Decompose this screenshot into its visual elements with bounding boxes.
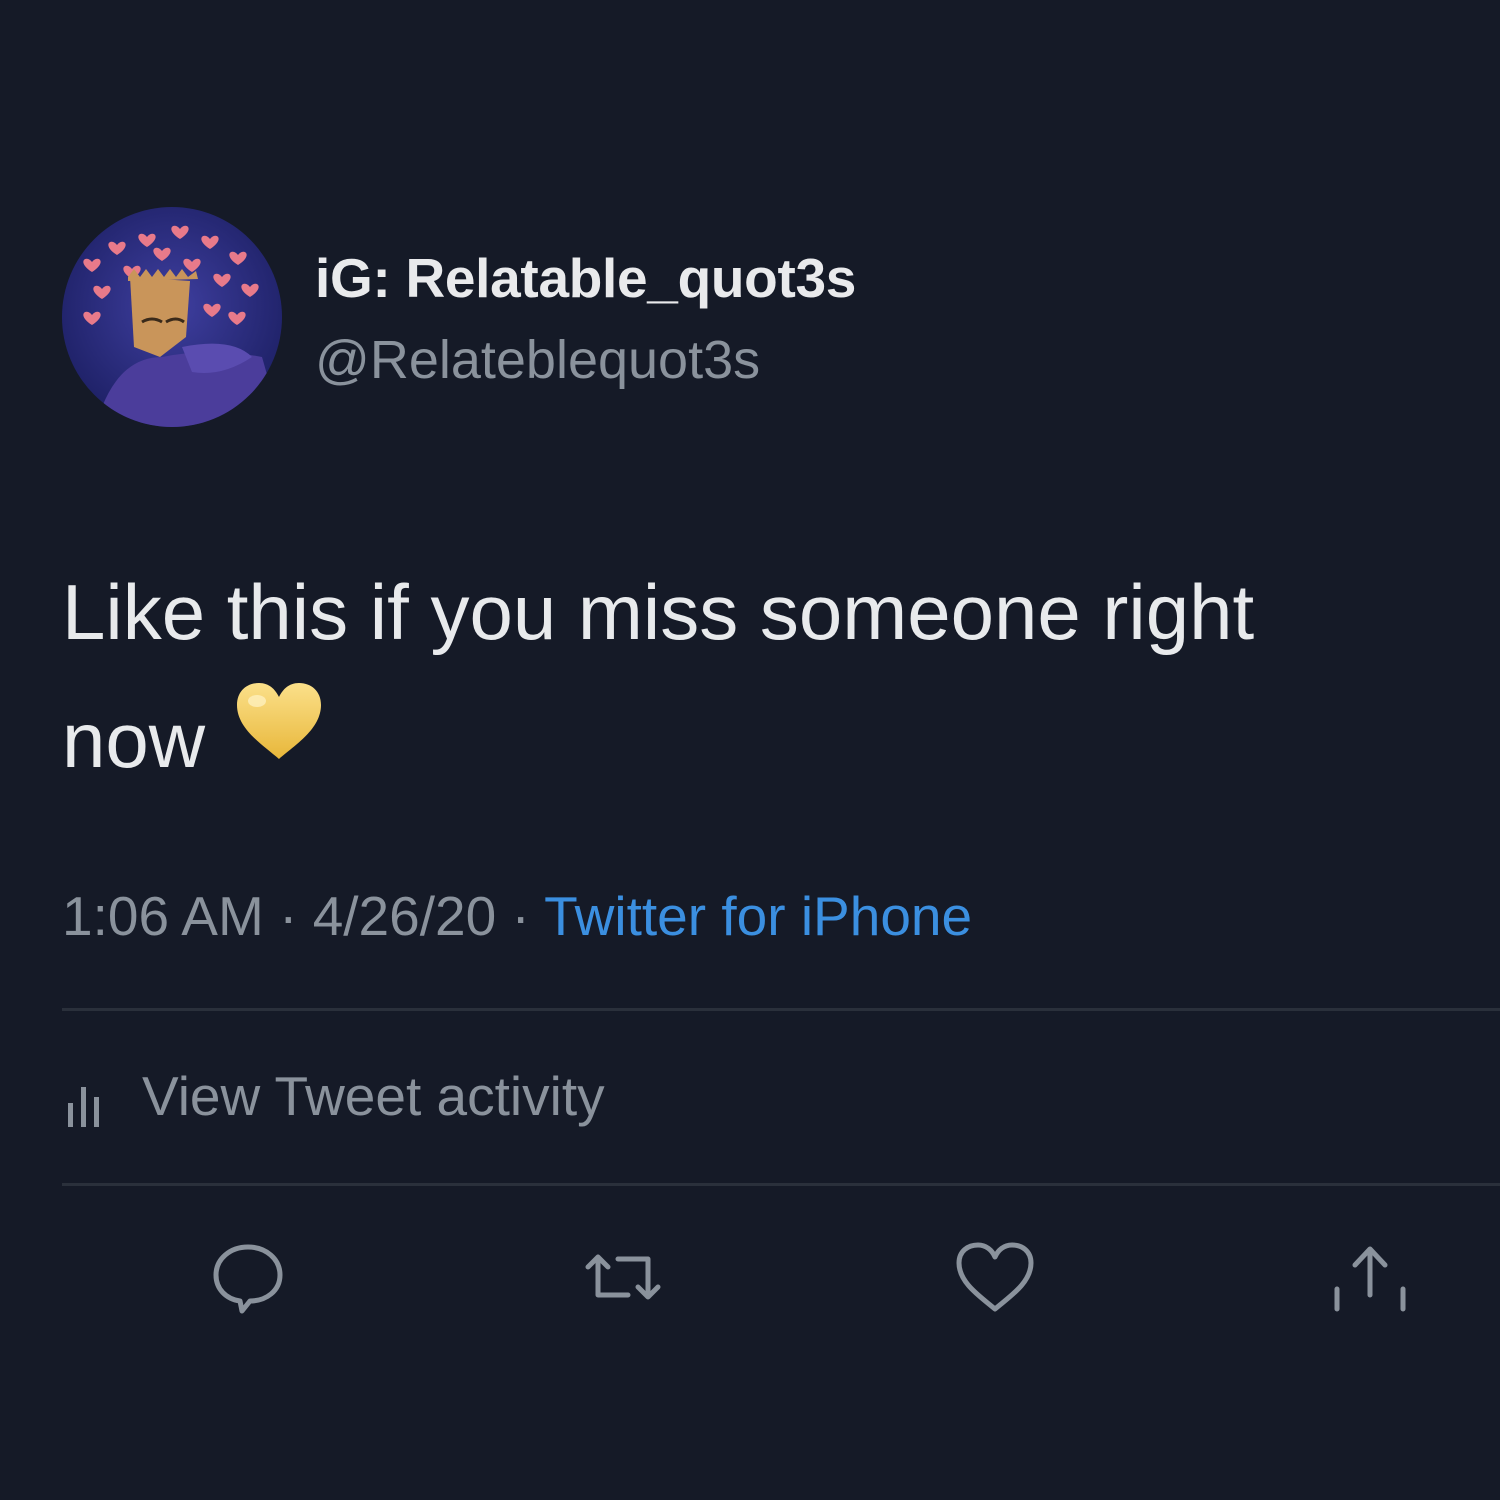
tweet-text-line-2-words: now (62, 696, 206, 784)
tweet-source-link[interactable]: Twitter for iPhone (544, 885, 972, 947)
divider (62, 1183, 1500, 1186)
tweet-meta: 1:06 AM · 4/26/20 · Twitter for iPhone (62, 884, 972, 948)
heart-outline-icon (956, 1242, 1034, 1312)
share-arrow-icon (1334, 1246, 1406, 1312)
avatar-image (62, 207, 282, 427)
share-button[interactable] (1325, 1232, 1415, 1322)
avatar[interactable] (62, 207, 282, 427)
tweet-text-line-1: Like this if you miss someone right (62, 568, 1255, 656)
display-name[interactable]: iG: Relatable_quot3s (315, 246, 856, 310)
tweet-time: 1:06 AM (62, 885, 264, 947)
view-tweet-activity-button[interactable]: View Tweet activity (62, 1064, 605, 1128)
tweet-text: Like this if you miss someone right now (62, 548, 1462, 810)
meta-separator: · (279, 885, 298, 947)
user-handle[interactable]: @Relateblequot3s (315, 329, 760, 391)
retweet-icon (585, 1254, 661, 1300)
tweet-date: 4/26/20 (312, 885, 497, 947)
yellow-heart-icon (233, 672, 325, 800)
view-tweet-activity-label: View Tweet activity (142, 1065, 605, 1127)
divider (62, 1008, 1500, 1011)
tweet-text-line-2: now (62, 676, 1462, 810)
reply-button[interactable] (203, 1232, 293, 1322)
retweet-button[interactable] (578, 1232, 668, 1322)
meta-separator: · (511, 885, 530, 947)
like-button[interactable] (950, 1232, 1040, 1322)
speech-bubble-icon (213, 1244, 283, 1314)
bar-chart-icon (68, 1087, 99, 1127)
